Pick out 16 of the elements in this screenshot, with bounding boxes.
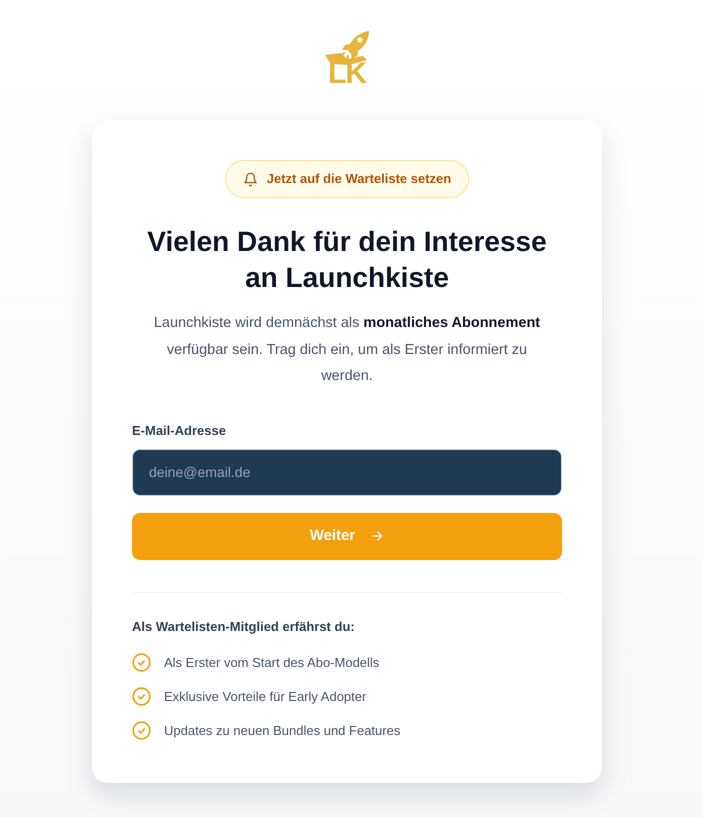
benefit-text: Updates zu neuen Bundles und Features <box>164 722 400 740</box>
intro-paragraph: Launchkiste wird demnächst als monatliches Abonnement verfügbar sein. Trag dich ein, um als Erster informiert zu werden. <box>152 314 542 386</box>
benefits-title: Als Wartelisten-Mitglied erfährst du: <box>132 618 356 636</box>
continue-button[interactable]: Weiter <box>132 512 562 560</box>
benefit-text: Exklusive Vorteile für Early Adopter <box>164 688 366 706</box>
arrow-right-icon <box>370 529 384 543</box>
benefit-text: Als Erster vom Start des Abo-Modells <box>164 654 380 672</box>
check-circle-icon <box>132 721 151 740</box>
heading: Vielen Dank für dein Interesse an Launchkiste <box>146 225 548 295</box>
check-circle-icon <box>132 653 151 672</box>
email-label: E-Mail-Adresse <box>132 422 227 440</box>
check-circle-icon <box>132 687 151 706</box>
email-input[interactable]: deine@email.de <box>132 448 562 496</box>
badge-label: Jetzt auf die Warteliste setzen <box>266 170 452 188</box>
logo-text: LK <box>328 61 366 87</box>
bell-icon <box>242 172 258 186</box>
